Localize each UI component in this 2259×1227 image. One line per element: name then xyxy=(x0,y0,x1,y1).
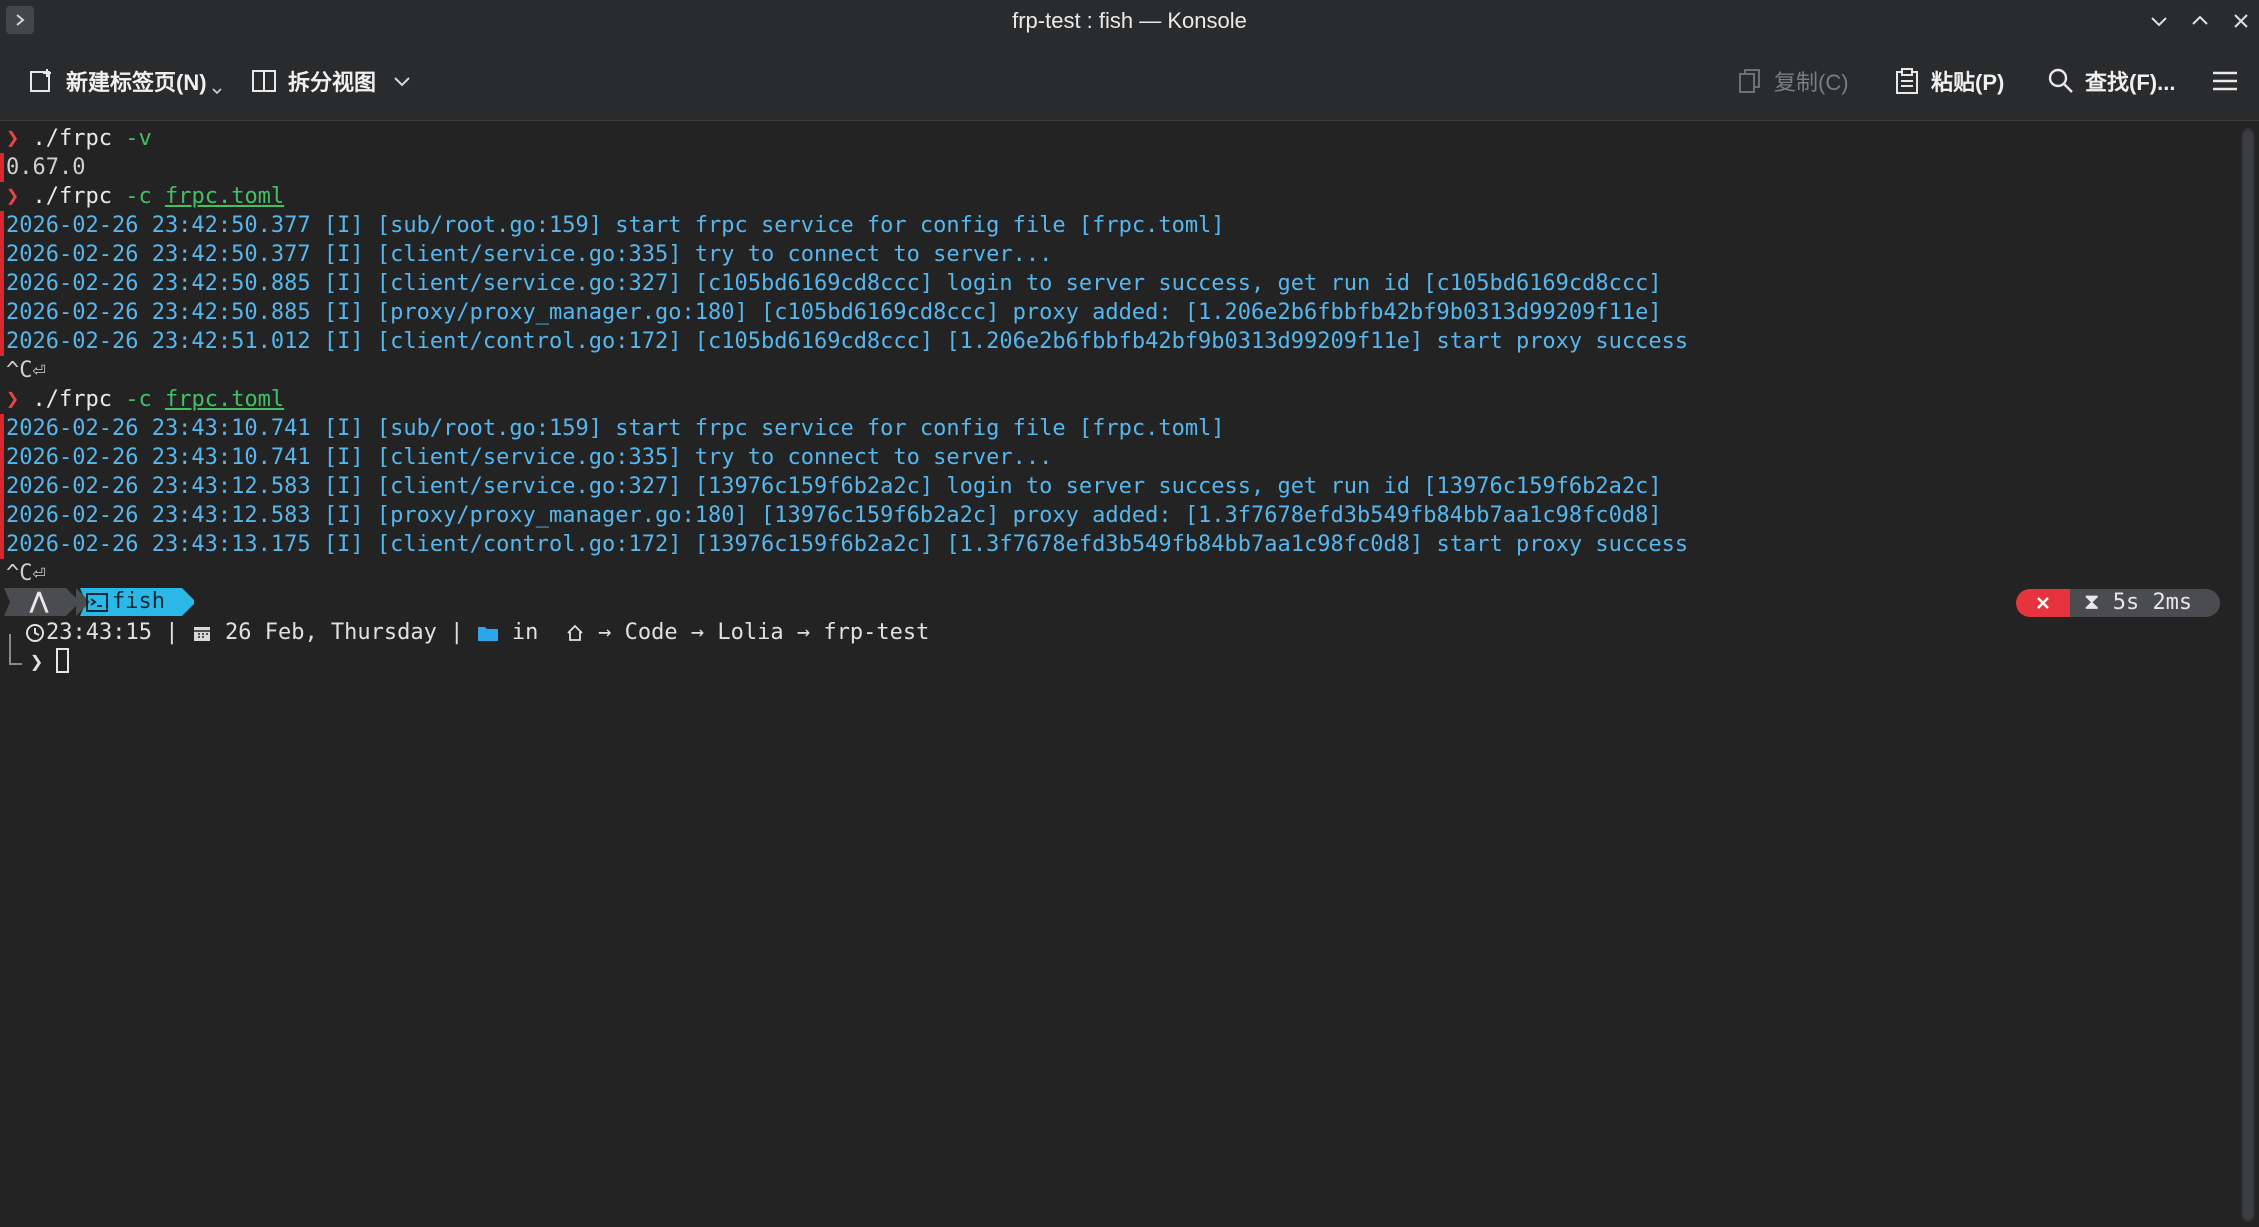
command-file-link[interactable]: frpc.toml xyxy=(165,184,284,209)
log-line: 2026-02-26 23:43:12.583 [I] [client/serv… xyxy=(0,472,1662,501)
prompt-date: 26 Feb, Thursday xyxy=(224,620,437,645)
title-bar: frp-test : fish — Konsole xyxy=(0,0,2259,42)
log-line: 2026-02-26 23:43:12.583 [I] [proxy/proxy… xyxy=(0,501,1662,530)
chevron-up-icon xyxy=(2192,15,2208,25)
new-tab-label: 新建标签页(N) xyxy=(66,70,207,95)
prompt-connector xyxy=(9,634,22,665)
command-text: ./frpc xyxy=(19,126,112,151)
split-view-icon xyxy=(252,70,276,92)
split-view-label: 拆分视图 xyxy=(288,70,377,95)
log-line: 2026-02-26 23:42:50.885 [I] [client/serv… xyxy=(0,269,1662,298)
log-text: 2026-02-26 23:43:12.583 [I] [client/serv… xyxy=(6,474,1662,499)
log-line: 2026-02-26 23:42:50.885 [I] [proxy/proxy… xyxy=(0,298,1662,327)
shell-name: fish xyxy=(112,589,165,614)
prompt-time: 23:43:15 xyxy=(46,620,152,645)
log-text: 2026-02-26 23:43:10.741 [I] [sub/root.go… xyxy=(6,416,1225,441)
prompt-separator: | xyxy=(165,620,179,645)
search-icon xyxy=(2048,68,2073,93)
duration-badge: ⧗ 5s 2ms xyxy=(2070,589,2220,617)
paste-icon xyxy=(1896,68,1918,94)
os-logo-icon: ⋀ xyxy=(30,589,49,614)
close-icon xyxy=(2037,597,2049,609)
folder-icon xyxy=(477,626,498,641)
close-button[interactable] xyxy=(2226,6,2256,36)
output-text: 0.67.0 xyxy=(6,155,86,180)
scrollbar-thumb[interactable] xyxy=(2243,130,2253,1220)
copy-icon xyxy=(1739,69,1760,93)
minimize-button[interactable] xyxy=(2144,6,2174,36)
terminal-view[interactable]: ❯ ./frpc -v 0.67.0 ❯ ./frpc -c frpc.toml 20… xyxy=(0,121,2232,1227)
window-title: frp-test : fish — Konsole xyxy=(1012,8,1247,33)
home-icon xyxy=(567,624,583,641)
log-text: 2026-02-26 23:43:13.175 [I] [client/cont… xyxy=(6,532,1689,557)
duration-value: 5s 2ms xyxy=(2112,590,2193,615)
paste-button[interactable]: 粘贴(P) xyxy=(1893,60,2004,102)
log-text: 2026-02-26 23:43:10.741 [I] [client/serv… xyxy=(6,445,1053,470)
toolbar: 新建标签页(N) 拆分视图 复制(C) 粘贴(P) 查找(F)... xyxy=(0,42,2259,121)
hamburger-menu-icon xyxy=(2213,71,2237,91)
log-line: 2026-02-26 23:43:10.741 [I] [client/serv… xyxy=(0,443,1052,472)
output-line: ^C⏎ xyxy=(0,559,46,588)
command-line: ❯ ./frpc -c frpc.toml xyxy=(0,385,284,414)
log-text: 2026-02-26 23:43:12.583 [I] [proxy/proxy… xyxy=(6,503,1662,528)
path-segment-lolia: Lolia xyxy=(717,620,784,645)
log-line: 2026-02-26 23:42:50.377 [I] [sub/root.go… xyxy=(0,211,1225,240)
chevron-down-icon[interactable] xyxy=(211,86,223,98)
log-text: 2026-02-26 23:42:50.885 [I] [client/serv… xyxy=(6,271,1662,296)
prompt-arrow-icon: ❯ xyxy=(6,387,20,412)
command-text: ./frpc xyxy=(19,184,112,209)
error-status-badge xyxy=(2016,589,2070,617)
command-file-link[interactable]: frpc.toml xyxy=(165,387,284,412)
chevron-down-icon xyxy=(2151,17,2167,27)
log-text: 2026-02-26 23:42:50.377 [I] [client/serv… xyxy=(6,242,1053,267)
path-segment-frp-test: frp-test xyxy=(823,620,930,645)
prompt-caret: ❯ xyxy=(30,650,44,675)
log-text: 2026-02-26 23:42:50.377 [I] [sub/root.go… xyxy=(6,213,1225,238)
prompt-arrow-icon: ❯ xyxy=(6,184,20,209)
text-cursor xyxy=(56,648,69,673)
prompt-arrow-icon: ❯ xyxy=(6,126,20,151)
close-icon xyxy=(2234,14,2248,28)
command-line: ❯ ./frpc -v xyxy=(0,124,152,153)
copy-button[interactable]: 复制(C) xyxy=(1736,60,1849,102)
new-tab-button[interactable]: 新建标签页(N) xyxy=(28,60,223,102)
log-line: 2026-02-26 23:42:51.012 [I] [client/cont… xyxy=(0,327,1688,356)
chevron-down-icon[interactable] xyxy=(392,71,412,91)
hamburger-menu-button[interactable] xyxy=(2211,60,2239,102)
log-line: 2026-02-26 23:42:50.377 [I] [client/serv… xyxy=(0,240,1052,269)
log-line: 2026-02-26 23:43:13.175 [I] [client/cont… xyxy=(0,530,1688,559)
find-label: 查找(F)... xyxy=(2085,70,2176,95)
log-text: 2026-02-26 23:42:51.012 [I] [client/cont… xyxy=(6,329,1689,354)
command-flag: -v xyxy=(111,126,152,151)
output-line: 0.67.0 xyxy=(0,153,85,182)
log-line: 2026-02-26 23:43:10.741 [I] [sub/root.go… xyxy=(0,414,1225,443)
maximize-button[interactable] xyxy=(2185,6,2215,36)
prompt-separator: | xyxy=(450,620,464,645)
log-text: 2026-02-26 23:42:50.885 [I] [proxy/proxy… xyxy=(6,300,1662,325)
hourglass-icon: ⧗ xyxy=(2084,590,2100,615)
output-text: ^C⏎ xyxy=(6,561,46,586)
new-tab-icon xyxy=(30,69,51,92)
prompt-info-line: 23:43:15 | 26 Feb, Thursday | in → Code … xyxy=(6,618,930,665)
command-text: ./frpc xyxy=(19,387,112,412)
command-flag: -c xyxy=(111,387,152,412)
split-view-button[interactable]: 拆分视图 xyxy=(250,60,412,102)
output-text: ^C⏎ xyxy=(6,358,46,383)
scrollbar[interactable] xyxy=(2241,128,2255,1222)
output-line: ^C⏎ xyxy=(0,356,46,385)
terminal-icon xyxy=(86,593,108,612)
path-segment-code: Code xyxy=(624,620,678,645)
prompt-in-label: in xyxy=(511,620,539,645)
copy-label: 复制(C) xyxy=(1774,70,1849,95)
calendar-icon xyxy=(193,626,210,641)
paste-label: 粘贴(P) xyxy=(1931,70,2005,95)
command-flag: -c xyxy=(111,184,152,209)
command-line: ❯ ./frpc -c frpc.toml xyxy=(0,182,284,211)
find-button[interactable]: 查找(F)... xyxy=(2047,60,2175,102)
